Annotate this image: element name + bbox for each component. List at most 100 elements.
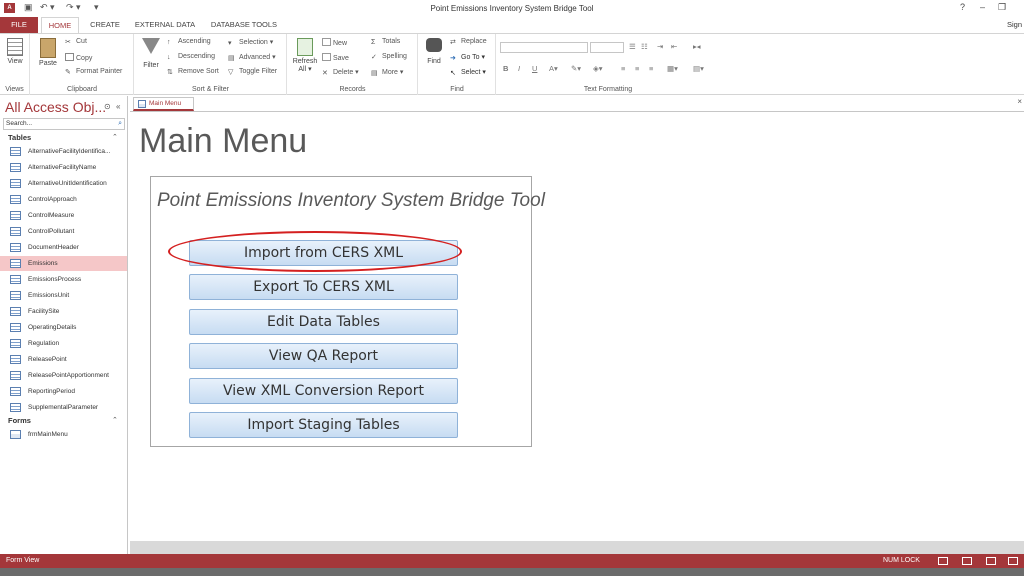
close-document-icon[interactable]: × <box>1017 97 1022 106</box>
align-center-icon[interactable]: ≡ <box>635 64 639 73</box>
export-to-cers-xml-button[interactable]: Export To CERS XML <box>189 274 458 300</box>
nav-table-item[interactable]: SupplementalParameter <box>0 400 127 415</box>
sign-in-link[interactable]: Sign <box>1007 20 1022 29</box>
filter-button[interactable]: Filter <box>139 38 163 69</box>
paragraph-direction-icon[interactable]: ▸◂ <box>693 42 701 51</box>
paste-button[interactable]: Paste <box>36 38 60 67</box>
nav-menu-icon[interactable]: ⊙ <box>104 102 111 111</box>
remove-sort-button[interactable]: ⇅ Remove Sort <box>167 68 219 76</box>
table-icon <box>10 259 21 268</box>
font-name-dropdown[interactable] <box>500 42 588 53</box>
nav-table-item[interactable]: ReleasePoint <box>0 352 127 367</box>
clipboard-group-label: Clipboard <box>67 86 97 93</box>
font-size-dropdown[interactable] <box>590 42 624 53</box>
nav-table-item[interactable]: EmissionsProcess <box>0 272 127 287</box>
restore-button[interactable]: ❐ <box>998 2 1006 13</box>
layout-view-icon[interactable] <box>986 557 996 565</box>
edit-data-tables-button[interactable]: Edit Data Tables <box>189 309 458 335</box>
design-view-icon[interactable] <box>1008 557 1018 565</box>
forms-group-header[interactable]: Forms ⌃ <box>8 416 118 425</box>
search-icon[interactable]: ⌕ <box>118 119 122 129</box>
find-button[interactable]: Find <box>422 38 446 65</box>
numbering-icon[interactable]: ☷ <box>641 42 648 51</box>
help-button[interactable]: ? <box>960 2 965 12</box>
highlight-icon[interactable]: ✎▾ <box>571 64 581 73</box>
table-icon <box>10 147 21 156</box>
replace-button[interactable]: ⇄ Replace <box>450 38 487 46</box>
nav-table-item[interactable]: OperatingDetails <box>0 320 127 335</box>
spelling-button[interactable]: ✓ Spelling <box>371 53 407 61</box>
nav-search-input[interactable]: Search... ⌕ <box>3 118 125 130</box>
view-xml-conversion-report-button[interactable]: View XML Conversion Report <box>189 378 458 404</box>
font-color-icon[interactable]: A▾ <box>549 64 558 73</box>
nav-table-label: ControlApproach <box>28 196 77 203</box>
save-record-button[interactable]: Save <box>322 53 349 62</box>
tab-file[interactable]: FILE <box>0 17 38 33</box>
nav-table-item[interactable]: DocumentHeader <box>0 240 127 255</box>
nav-pane-title[interactable]: All Access Obj... <box>5 99 106 115</box>
nav-table-item[interactable]: Emissions <box>0 256 127 271</box>
descending-label: Descending <box>178 53 215 60</box>
alternate-row-color-icon[interactable]: ▤▾ <box>693 64 704 73</box>
view-button[interactable]: View <box>4 38 26 65</box>
document-tab-main-menu[interactable]: Main Menu <box>133 97 194 111</box>
nav-table-item[interactable]: Regulation <box>0 336 127 351</box>
collapse-chevron-icon[interactable]: ⌃ <box>112 133 118 141</box>
shutter-bar-close-icon[interactable]: « <box>116 102 120 111</box>
access-window: A ▣ ↶ ▾ ↷ ▾ ▾ Point Emissions Inventory … <box>0 0 1024 576</box>
nav-table-item[interactable]: EmissionsUnit <box>0 288 127 303</box>
selection-button[interactable]: ▾ Selection ▾ <box>228 38 273 47</box>
nav-table-item[interactable]: ControlMeasure <box>0 208 127 223</box>
format-painter-button[interactable]: ✎ Format Painter <box>65 68 122 76</box>
italic-button[interactable]: I <box>518 64 520 73</box>
totals-button[interactable]: Σ Totals <box>371 38 400 47</box>
datasheet-view-icon[interactable] <box>962 557 972 565</box>
new-record-button[interactable]: New <box>322 38 347 47</box>
align-left-icon[interactable]: ≡ <box>621 64 625 73</box>
toggle-filter-button[interactable]: ▽ Toggle Filter <box>228 68 277 76</box>
more-button[interactable]: ▤ More ▾ <box>371 68 403 77</box>
align-right-icon[interactable]: ≡ <box>649 64 653 73</box>
form-view-icon[interactable] <box>938 557 948 565</box>
view-qa-report-button[interactable]: View QA Report <box>189 343 458 369</box>
tables-group-header[interactable]: Tables ⌃ <box>8 133 118 142</box>
nav-table-item[interactable]: AlternativeFacilityIdentifica... <box>0 144 127 159</box>
copy-button[interactable]: Copy <box>65 53 92 62</box>
nav-table-item[interactable]: ControlPollutant <box>0 224 127 239</box>
bullets-icon[interactable]: ☰ <box>629 42 636 51</box>
tab-create[interactable]: CREATE <box>86 17 124 33</box>
import-staging-tables-button[interactable]: Import Staging Tables <box>189 412 458 438</box>
underline-button[interactable]: U <box>532 64 537 73</box>
tab-database-tools[interactable]: DATABASE TOOLS <box>206 17 282 33</box>
select-button[interactable]: ↖ Select ▾ <box>450 68 486 77</box>
minimize-button[interactable]: – <box>980 2 985 12</box>
nav-form-item[interactable]: frmMainMenu <box>0 427 127 442</box>
collapse-chevron-icon[interactable]: ⌃ <box>112 416 118 424</box>
nav-table-item[interactable]: ControlApproach <box>0 192 127 207</box>
delete-record-button[interactable]: ✕ Delete ▾ <box>322 68 359 77</box>
nav-table-item[interactable]: ReportingPeriod <box>0 384 127 399</box>
nav-table-item[interactable]: AlternativeFacilityName <box>0 160 127 175</box>
nav-table-item[interactable]: AlternativeUnitIdentification <box>0 176 127 191</box>
advanced-button[interactable]: ▤ Advanced ▾ <box>228 53 276 62</box>
bold-button[interactable]: B <box>503 64 508 73</box>
sort-descending-button[interactable]: ↓ Descending <box>167 53 215 62</box>
table-icon <box>10 243 21 252</box>
cut-button[interactable]: ✂ Cut <box>65 38 87 46</box>
sort-ascending-button[interactable]: ↑ Ascending <box>167 38 211 47</box>
tab-home[interactable]: HOME <box>41 17 79 33</box>
fill-color-icon[interactable]: ◈▾ <box>593 64 603 73</box>
refresh-all-button[interactable]: Refresh All ▾ <box>291 38 319 73</box>
advanced-label: Advanced ▾ <box>239 54 276 61</box>
ribbon-tabs: FILE HOME CREATE EXTERNAL DATA DATABASE … <box>0 17 1024 33</box>
nav-table-item[interactable]: ReleasePointApportionment <box>0 368 127 383</box>
indent-icon[interactable]: ⇥ <box>657 42 663 51</box>
nav-table-item[interactable]: FacilitySite <box>0 304 127 319</box>
gridlines-icon[interactable]: ▦▾ <box>667 64 678 73</box>
form-icon <box>138 100 146 108</box>
clipboard-group: Paste ✂ Cut Copy ✎ Format Painter Clipboar… <box>31 34 134 95</box>
goto-button[interactable]: ➜ Go To ▾ <box>450 53 485 62</box>
tab-external-data[interactable]: EXTERNAL DATA <box>131 17 199 33</box>
outdent-icon[interactable]: ⇤ <box>671 42 677 51</box>
sort-descending-icon: ↓ <box>167 54 171 61</box>
